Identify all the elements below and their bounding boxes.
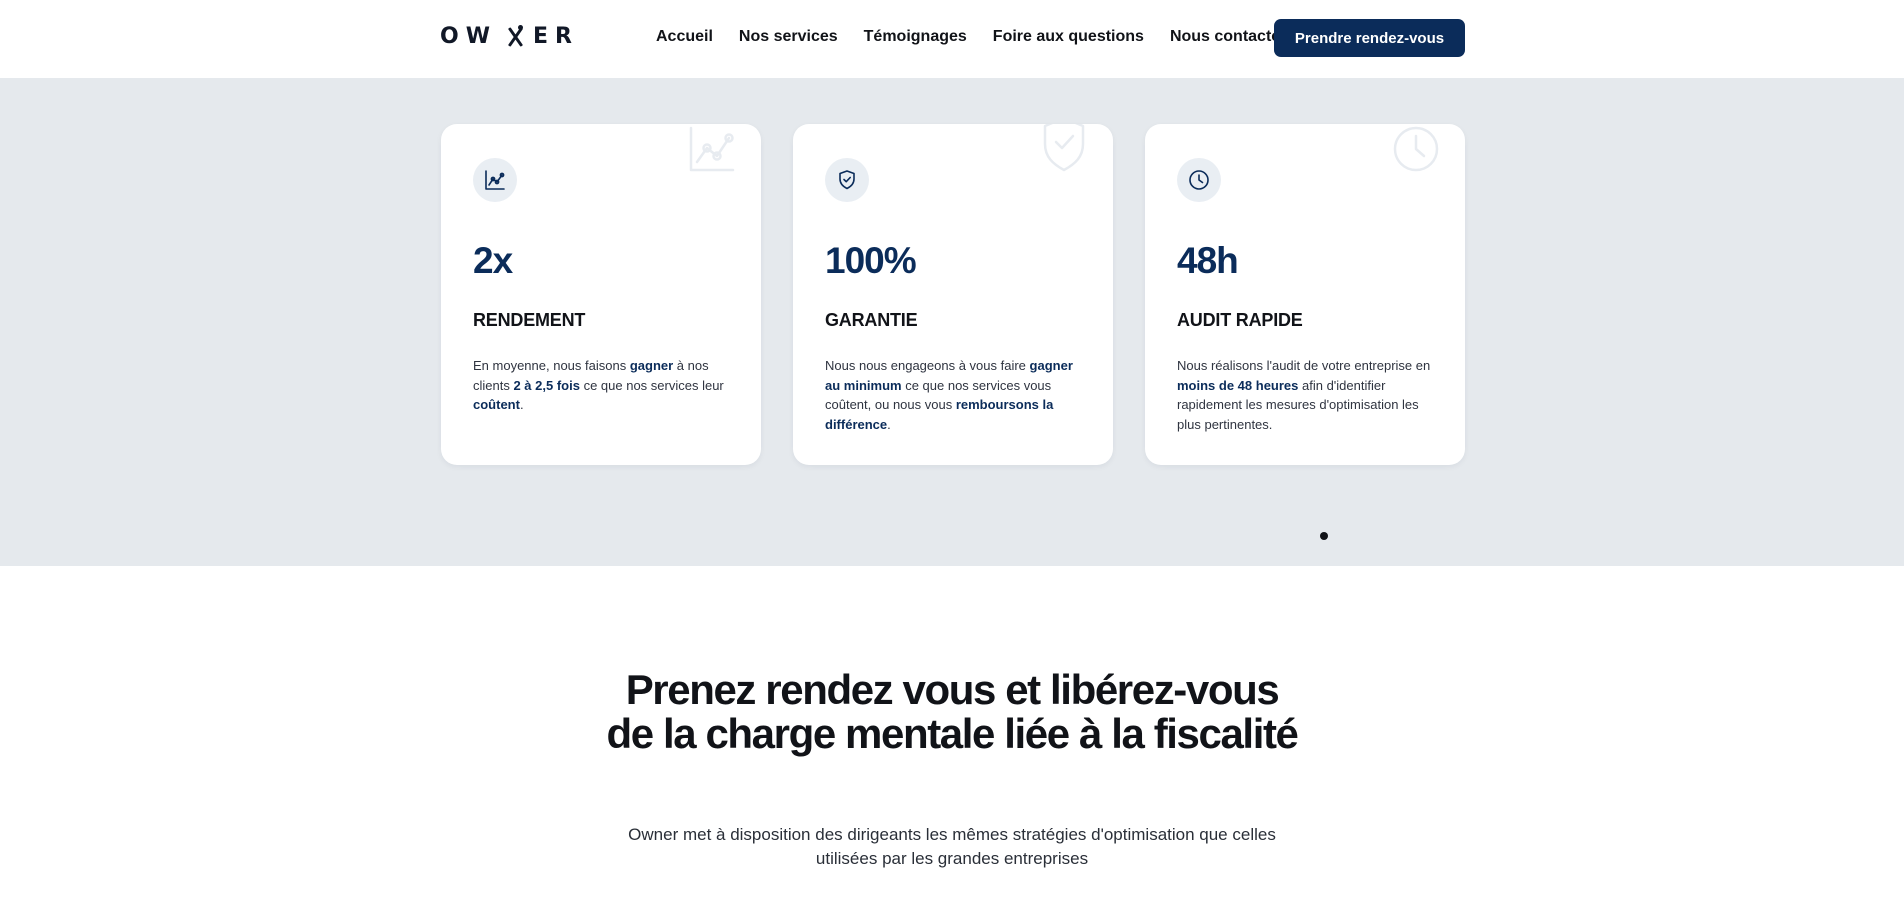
highlight-text: 2 à 2,5 fois bbox=[513, 377, 580, 393]
clock-watermark-icon bbox=[1393, 126, 1439, 172]
description-text: En moyenne, nous faisons bbox=[473, 358, 630, 373]
owner-logo[interactable]: OW ER bbox=[440, 24, 579, 49]
description-text: ce que nos services leur bbox=[579, 377, 724, 393]
stat-title: RENDEMENT bbox=[473, 310, 586, 330]
stat-description: Nous réalisons l'audit de votre entrepri… bbox=[1177, 356, 1437, 434]
chart-line-watermark-icon bbox=[689, 126, 735, 172]
logo-text-right: ER bbox=[532, 24, 579, 49]
stat-value: 100% bbox=[825, 240, 917, 281]
stats-section: 2x RENDEMENT En moyenne, nous faisons ga… bbox=[0, 78, 1904, 566]
carousel-dot[interactable] bbox=[1320, 532, 1328, 540]
shield-check-watermark-icon bbox=[1043, 124, 1085, 172]
stat-card-rendement: 2x RENDEMENT En moyenne, nous faisons ga… bbox=[441, 124, 761, 465]
nav-item-temoignages[interactable]: Témoignages bbox=[864, 28, 967, 46]
description-text: . bbox=[887, 416, 891, 432]
logo-text-left: OW bbox=[440, 24, 497, 49]
stat-icon-badge bbox=[1177, 158, 1221, 202]
description-text: Nous nous engageons à vous faire bbox=[825, 358, 1030, 373]
cta-subtext: Owner met à disposition des dirigeants l… bbox=[628, 825, 1276, 868]
stat-value: 48h bbox=[1177, 240, 1239, 281]
stat-description: En moyenne, nous faisons gagner à nos cl… bbox=[473, 356, 733, 415]
description-text: Nous réalisons l'audit de votre entrepri… bbox=[1177, 358, 1431, 373]
highlight-text: moins de 48 heures bbox=[1177, 377, 1299, 393]
stat-icon-badge bbox=[825, 158, 869, 202]
nav-item-nos-services[interactable]: Nos services bbox=[739, 28, 838, 46]
cta-headline: Prenez rendez vous et libérez-vous de la… bbox=[606, 666, 1298, 757]
stat-description: Nous nous engageons à vous faire gagner … bbox=[825, 356, 1085, 434]
highlight-text: coûtent bbox=[473, 397, 520, 412]
site-header: OW ER Accueil Nos services Témoignages F… bbox=[0, 0, 1904, 78]
stat-icon-badge bbox=[473, 158, 517, 202]
nav-item-accueil[interactable]: Accueil bbox=[656, 28, 713, 46]
book-appointment-button[interactable]: Prendre rendez-vous bbox=[1274, 19, 1465, 57]
stat-card-garantie: 100% GARANTIE Nous nous engageons à vous… bbox=[793, 124, 1113, 465]
nav-item-contact[interactable]: Nous contacter bbox=[1170, 28, 1286, 46]
main-nav: Accueil Nos services Témoignages Foire a… bbox=[656, 28, 1286, 46]
nav-item-faq[interactable]: Foire aux questions bbox=[993, 28, 1144, 46]
stat-title: GARANTIE bbox=[825, 310, 918, 330]
chart-line-icon bbox=[485, 170, 505, 190]
stat-title: AUDIT RAPIDE bbox=[1177, 310, 1303, 330]
shield-check-icon bbox=[839, 170, 855, 190]
logo-mark-icon bbox=[505, 24, 525, 47]
description-text: . bbox=[519, 397, 524, 412]
clock-icon bbox=[1189, 170, 1209, 190]
highlight-text: gagner bbox=[629, 358, 674, 373]
stat-card-audit-rapide: 48h AUDIT RAPIDE Nous réalisons l'audit … bbox=[1145, 124, 1465, 465]
stat-value: 2x bbox=[473, 240, 513, 281]
